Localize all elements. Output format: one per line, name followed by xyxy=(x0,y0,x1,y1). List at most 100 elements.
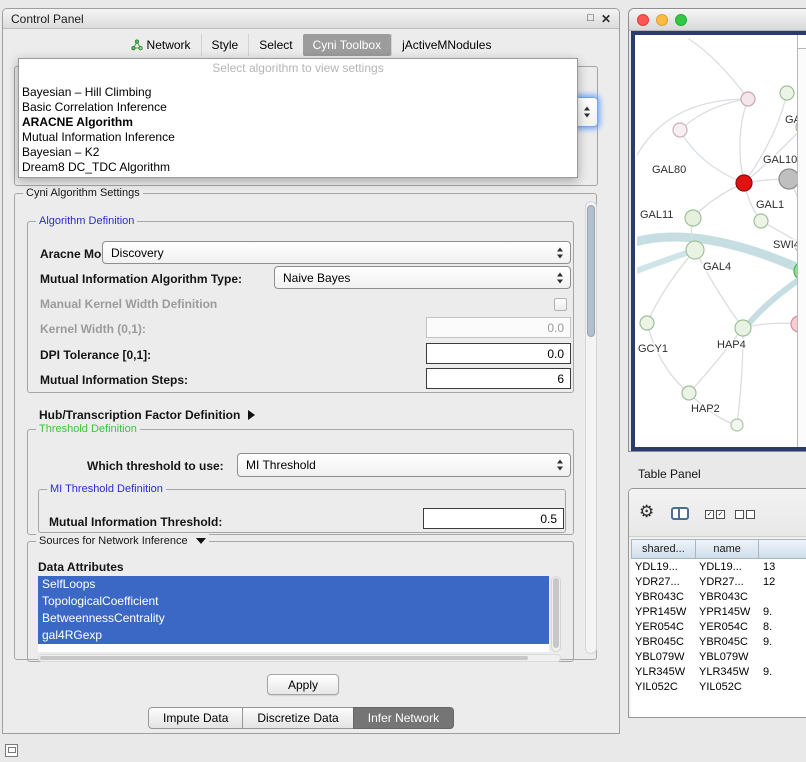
table-row[interactable]: YBR045CYBR045C9. xyxy=(631,634,806,649)
table-row[interactable]: YER054CYER054C8. xyxy=(631,619,806,634)
attributes-vertical-scrollbar[interactable] xyxy=(551,576,561,652)
column-header-clipped[interactable] xyxy=(758,539,806,559)
settings-vertical-scrollbar[interactable] xyxy=(585,201,597,654)
network-edge[interactable] xyxy=(637,99,748,155)
scrollbar-thumb[interactable] xyxy=(553,578,559,648)
network-window-titlebar[interactable] xyxy=(629,9,806,31)
network-node[interactable] xyxy=(754,214,768,228)
network-tab-icon xyxy=(131,39,143,51)
tab-select[interactable]: Select xyxy=(248,34,302,56)
kernel-width-label: Kernel Width (0,1): xyxy=(40,322,146,336)
network-edge[interactable] xyxy=(693,183,744,218)
collapse-arrow-icon[interactable] xyxy=(196,538,206,544)
table-row[interactable]: YIL052CYIL052C xyxy=(631,679,806,694)
network-edge[interactable] xyxy=(689,39,748,99)
algorithm-option[interactable]: Mutual Information Inference xyxy=(19,130,577,145)
table-row[interactable]: YPR145WYPR145W9. xyxy=(631,604,806,619)
algorithm-option[interactable]: Bayesian – K2 xyxy=(19,145,577,160)
algorithm-option[interactable]: Dream8 DC_TDC Algorithm xyxy=(19,160,577,175)
tab-infer-network[interactable]: Infer Network xyxy=(353,707,454,729)
algorithm-option[interactable]: Bayesian – Hill Climbing xyxy=(19,85,577,100)
tab-jactivemodules[interactable]: jActiveMNodules xyxy=(391,34,501,56)
attributes-horizontal-scrollbar[interactable] xyxy=(38,654,561,662)
tab-network[interactable]: Network xyxy=(121,34,201,56)
close-traffic-light-icon[interactable] xyxy=(637,14,649,26)
restore-panel-icon[interactable] xyxy=(5,744,18,757)
tab-style[interactable]: Style xyxy=(201,34,249,56)
network-node-label: GAL11 xyxy=(640,209,673,221)
tab-impute-data[interactable]: Impute Data xyxy=(148,707,243,729)
column-header-shared-name[interactable]: shared... xyxy=(631,539,696,559)
minimize-traffic-light-icon[interactable] xyxy=(656,14,668,26)
network-node-label: GAL4 xyxy=(703,261,731,273)
mi-steps-field[interactable]: 6 xyxy=(426,368,571,389)
data-attribute-item[interactable]: SelfLoops xyxy=(38,576,549,593)
kernel-width-field[interactable]: 0.0 xyxy=(426,317,571,338)
network-canvas[interactable]: GAL80GAL10GAL11GAL1SWI4GAL4GCY1HAP4HAP2G… xyxy=(637,37,805,447)
network-node[interactable] xyxy=(682,386,696,400)
scrollbar-arrow-box[interactable] xyxy=(798,35,806,49)
mi-steps-value: 6 xyxy=(557,372,564,386)
hub-factor-section-toggle[interactable]: Hub/Transcription Factor Definition xyxy=(39,408,255,422)
scrollbar-thumb[interactable] xyxy=(40,656,528,660)
select-all-rows-icon[interactable]: ✓✓ xyxy=(705,510,725,519)
bottom-tabbar: Impute Data Discretize Data Infer Networ… xyxy=(148,707,454,729)
network-node[interactable] xyxy=(735,320,751,336)
scrollbar-thumb[interactable] xyxy=(587,205,595,337)
table-row[interactable]: YDR27...YDR27...12 xyxy=(631,574,806,589)
combo-arrows-icon xyxy=(557,272,564,283)
network-node[interactable] xyxy=(780,86,794,100)
table-cell xyxy=(759,649,806,664)
network-node[interactable] xyxy=(736,175,752,191)
aracne-mode-combo[interactable]: Discovery xyxy=(102,241,571,264)
float-window-icon[interactable]: □ xyxy=(587,12,594,26)
network-edge[interactable] xyxy=(689,328,743,393)
manual-kernel-width-checkbox[interactable] xyxy=(554,298,567,311)
network-edge[interactable] xyxy=(740,99,748,183)
table-cell: YBR043C xyxy=(695,589,759,604)
network-vertical-scrollbar[interactable] xyxy=(797,35,806,447)
mi-algorithm-type-combo[interactable]: Naive Bayes xyxy=(274,266,571,289)
dropdown-placeholder: Select algorithm to view settings xyxy=(19,59,577,75)
table-row[interactable]: YDL19...YDL19...13 xyxy=(631,559,806,574)
network-node[interactable] xyxy=(685,210,701,226)
tab-cyni-toolbox[interactable]: Cyni Toolbox xyxy=(303,34,391,56)
network-node[interactable] xyxy=(731,419,743,431)
network-node[interactable] xyxy=(673,123,687,137)
network-view-window: GAL80GAL10GAL11GAL1SWI4GAL4GCY1HAP4HAP2G… xyxy=(628,8,806,452)
network-edge[interactable] xyxy=(744,93,787,183)
network-node[interactable] xyxy=(779,169,799,189)
sources-group-title: Sources for Network Inference xyxy=(36,534,209,548)
table-row[interactable]: YBR043CYBR043C xyxy=(631,589,806,604)
table-cell: YER054C xyxy=(631,619,695,634)
data-attribute-item[interactable]: gal4RGexp xyxy=(38,627,549,644)
zoom-traffic-light-icon[interactable] xyxy=(675,14,687,26)
table-row[interactable]: YLR345WYLR345W9. xyxy=(631,664,806,679)
table-row[interactable]: YBL079WYBL079W xyxy=(631,649,806,664)
network-node[interactable] xyxy=(686,241,704,259)
network-edge[interactable] xyxy=(647,323,689,393)
mi-threshold-label: Mutual Information Threshold: xyxy=(49,515,222,529)
which-threshold-combo[interactable]: MI Threshold xyxy=(237,453,571,477)
data-attribute-item[interactable]: BetweennessCentrality xyxy=(38,610,549,627)
columns-icon[interactable] xyxy=(671,507,689,520)
tab-discretize-data[interactable]: Discretize Data xyxy=(242,707,353,729)
algorithm-option[interactable]: Basic Correlation Inference xyxy=(19,100,577,115)
apply-button[interactable]: Apply xyxy=(267,674,339,695)
network-edge[interactable] xyxy=(680,99,748,130)
network-node[interactable] xyxy=(640,316,654,330)
table-cell: YBL079W xyxy=(631,649,695,664)
deselect-all-rows-icon[interactable] xyxy=(735,510,755,519)
dpi-tolerance-field[interactable]: 0.0 xyxy=(426,343,571,364)
algorithm-option[interactable]: ARACNE Algorithm xyxy=(19,115,577,130)
kernel-width-value: 0.0 xyxy=(547,321,564,335)
control-panel-titlebar[interactable]: Control Panel □ ✕ xyxy=(3,9,619,29)
network-edge[interactable] xyxy=(680,130,744,183)
data-attribute-item[interactable]: TopologicalCoefficient xyxy=(38,593,549,610)
close-icon[interactable]: ✕ xyxy=(601,12,611,26)
table-header-row: shared... name xyxy=(631,539,806,559)
network-node[interactable] xyxy=(741,92,755,106)
mi-threshold-field[interactable]: 0.5 xyxy=(423,508,564,529)
column-header-name[interactable]: name xyxy=(695,539,760,559)
gear-icon[interactable]: ⚙ xyxy=(639,503,654,520)
